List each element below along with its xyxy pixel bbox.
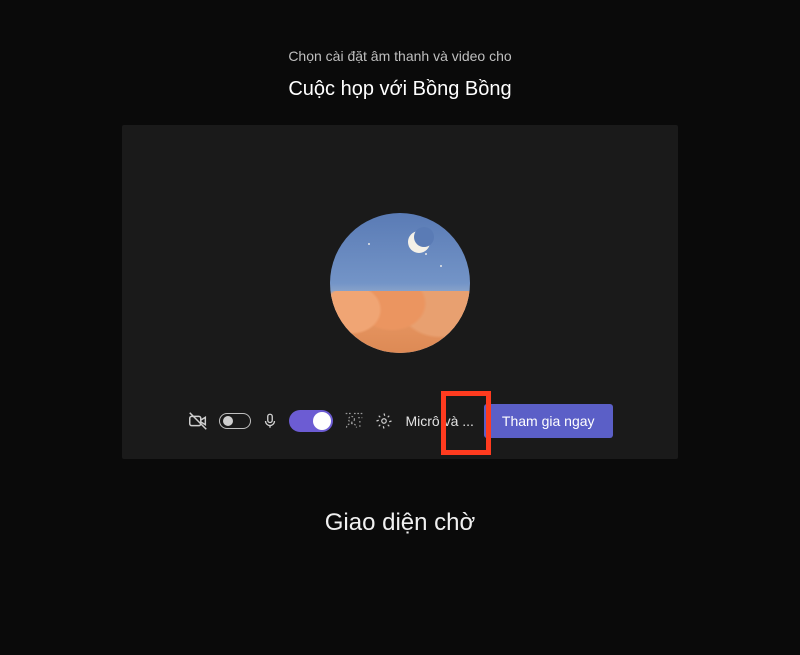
moon-icon [408,231,430,253]
meeting-title: Cuộc họp với Bồng Bồng [0,78,800,101]
video-preview-panel: Micrô và ... Tham gia ngay [122,125,678,459]
camera-off-icon[interactable] [187,410,209,432]
page-caption: Giao diện chờ [0,509,800,537]
pre-join-controls: Micrô và ... Tham gia ngay [122,403,678,439]
gear-icon[interactable] [375,412,393,430]
avatar [330,213,470,353]
mic-icon[interactable] [261,412,279,430]
background-filters-button[interactable] [343,411,365,431]
join-now-button[interactable]: Tham gia ngay [484,404,613,438]
device-label[interactable]: Micrô và ... [405,413,473,429]
camera-toggle[interactable] [219,413,251,429]
settings-subtitle: Chọn cài đặt âm thanh và video cho [0,0,800,64]
mic-toggle[interactable] [289,410,333,432]
